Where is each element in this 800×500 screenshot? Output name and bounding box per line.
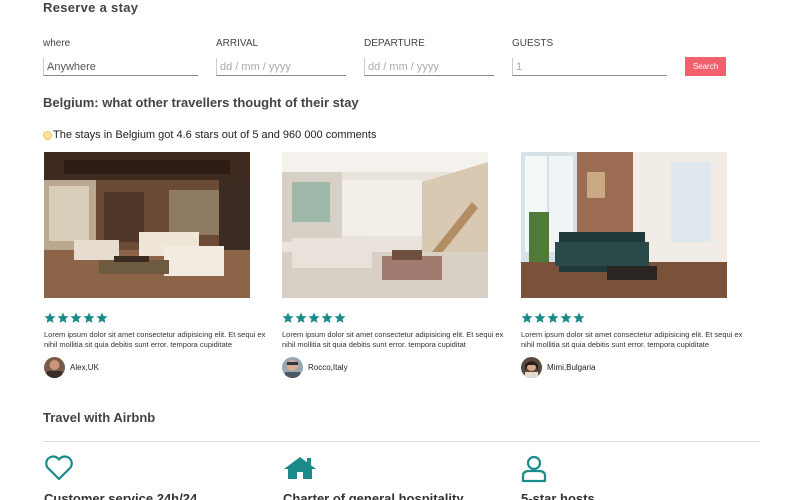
review-text: Lorem ipsum dolor sit amet consectetur a… — [44, 330, 266, 349]
rating-stars — [282, 312, 490, 324]
stay-photo — [44, 152, 250, 298]
divider — [43, 441, 760, 442]
departure-label: DEPARTURE — [364, 38, 425, 49]
avatar — [521, 357, 542, 378]
author-name: Mimi,Bulgaria — [547, 363, 596, 372]
star-icon — [96, 312, 108, 323]
departure-date-input[interactable] — [364, 58, 494, 76]
stay-photo — [282, 152, 488, 298]
review-card: Lorem ipsum dolor sit amet consectetur a… — [282, 152, 503, 378]
author-name: Alex,UK — [70, 363, 99, 372]
house-icon — [284, 457, 316, 479]
review-text: Lorem ipsum dolor sit amet consectetur a… — [521, 330, 743, 349]
lightbulb-icon — [43, 130, 52, 140]
arrival-label: ARRIVAL — [216, 38, 259, 49]
feature-title: Charter of general hospitality — [283, 491, 464, 500]
review-author: Mimi,Bulgaria — [521, 357, 729, 378]
star-icon — [547, 312, 559, 323]
where-label: where — [43, 38, 71, 49]
arrival-date-input[interactable] — [216, 58, 346, 76]
summary-text: The stays in Belgium got 4.6 stars out o… — [53, 129, 377, 141]
heart-icon — [45, 455, 73, 481]
rating-stars — [44, 312, 252, 324]
feature-hospitality: Charter of general hospitality — [283, 455, 464, 500]
stay-photo — [521, 152, 727, 298]
author-name: Rocco,Italy — [308, 363, 348, 372]
guests-label: GUESTS — [512, 38, 554, 49]
reviews-summary: The stays in Belgium got 4.6 stars out o… — [43, 129, 376, 141]
star-icon — [321, 312, 333, 323]
star-icon — [44, 312, 56, 323]
review-author: Rocco,Italy — [282, 357, 490, 378]
feature-hosts: 5-star hosts — [521, 455, 595, 500]
avatar — [282, 357, 303, 378]
where-input[interactable] — [43, 58, 198, 76]
star-icon — [70, 312, 82, 323]
user-icon — [521, 455, 547, 483]
star-icon — [521, 312, 533, 323]
review-card: Lorem ipsum dolor sit amet consectetur a… — [44, 152, 265, 378]
star-icon — [57, 312, 69, 323]
travel-title: Travel with Airbnb — [43, 410, 156, 425]
reserve-title: Reserve a stay — [43, 0, 139, 15]
review-text: Lorem ipsum dolor sit amet consectetur a… — [282, 330, 504, 349]
rating-stars — [521, 312, 729, 324]
feature-customer-service: Customer service 24h/24 — [44, 455, 197, 500]
star-icon — [295, 312, 307, 323]
reviews-heading: Belgium: what other travellers thought o… — [43, 95, 359, 110]
star-icon — [83, 312, 95, 323]
star-icon — [308, 312, 320, 323]
search-button[interactable]: Search — [685, 57, 726, 76]
feature-title: 5-star hosts — [521, 491, 595, 500]
star-icon — [560, 312, 572, 323]
star-icon — [534, 312, 546, 323]
review-author: Alex,UK — [44, 357, 252, 378]
avatar — [44, 357, 65, 378]
guests-input[interactable] — [512, 58, 667, 76]
star-icon — [282, 312, 294, 323]
star-icon — [334, 312, 346, 323]
review-card: Lorem ipsum dolor sit amet consectetur a… — [521, 152, 742, 378]
feature-title: Customer service 24h/24 — [44, 491, 198, 500]
star-icon — [573, 312, 585, 323]
